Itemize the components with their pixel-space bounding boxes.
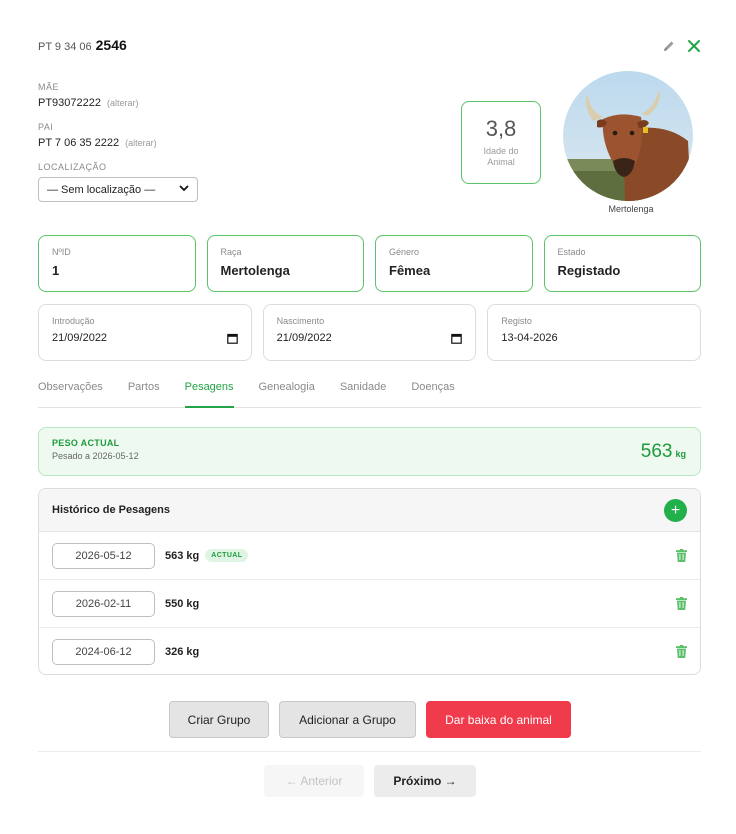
pagination-nav: ← Anterior Próximo → bbox=[264, 765, 476, 797]
state-value: Registado bbox=[557, 263, 621, 278]
current-weight-panel: PESO ACTUAL Pesado a 2026-05-12 563 kg bbox=[38, 427, 701, 476]
create-group-button[interactable]: Criar Grupo bbox=[169, 701, 269, 738]
breed-field[interactable]: Raça Mertolenga bbox=[206, 235, 364, 292]
gender-value: Fêmea bbox=[389, 263, 431, 278]
age-label-line2: Animal bbox=[487, 157, 515, 167]
parents-section: MÃE PT93072222 (alterar) PAI PT 7 06 35 … bbox=[38, 82, 278, 202]
birth-label: Nascimento bbox=[276, 316, 325, 326]
mother-value: PT93072222 bbox=[38, 97, 101, 109]
age-card: 3,8 Idade do Animal bbox=[461, 101, 541, 184]
location-value: — Sem localização — bbox=[47, 183, 156, 196]
mother-label: MÃE bbox=[38, 82, 60, 92]
trash-icon[interactable] bbox=[676, 597, 687, 610]
age-label-line1: Idade do bbox=[483, 146, 519, 156]
id-value: 1 bbox=[52, 263, 60, 278]
birth-date-field[interactable]: Nascimento 21/09/2022 bbox=[262, 304, 477, 361]
tag-prefix: PT 9 34 06 bbox=[38, 41, 92, 53]
register-label: Registo bbox=[501, 316, 532, 326]
location-select[interactable]: — Sem localização — bbox=[38, 177, 198, 202]
tab-observacoes[interactable]: Observações bbox=[38, 378, 103, 408]
weight-history-panel: Histórico de Pesagens + 2026-05-12 563 k… bbox=[38, 488, 701, 675]
gender-field[interactable]: Género Fêmea bbox=[375, 235, 533, 292]
weight-history-header: Histórico de Pesagens + bbox=[39, 489, 700, 532]
trash-icon[interactable] bbox=[676, 549, 687, 562]
current-weight-value: 563 bbox=[640, 441, 673, 462]
tab-partos[interactable]: Partos bbox=[128, 378, 160, 408]
intro-value: 21/09/2022 bbox=[52, 332, 108, 344]
breed-label: Raça bbox=[220, 247, 242, 257]
location-label: LOCALIZAÇÃO bbox=[38, 162, 107, 172]
detail-tabs: Observações Partos Pesagens Genealogia S… bbox=[38, 378, 701, 408]
weighing-date-input[interactable]: 2026-02-11 bbox=[52, 590, 155, 617]
action-buttons: Criar Grupo Adicionar a Grupo Dar baixa … bbox=[169, 701, 571, 738]
intro-label: Introdução bbox=[52, 316, 95, 326]
next-button[interactable]: Próximo → bbox=[374, 765, 476, 797]
father-alter-link[interactable]: (alterar) bbox=[125, 138, 157, 148]
age-value: 3,8 bbox=[485, 116, 517, 141]
chevron-down-icon bbox=[179, 184, 189, 195]
identity-fields: NºID 1 Raça Mertolenga Género Fêmea Esta… bbox=[38, 235, 701, 292]
animal-photo[interactable] bbox=[563, 71, 693, 201]
add-to-group-button[interactable]: Adicionar a Grupo bbox=[279, 701, 416, 738]
weighing-date-input[interactable]: 2026-05-12 bbox=[52, 542, 155, 569]
father-value: PT 7 06 35 2222 bbox=[38, 137, 120, 149]
id-label: NºID bbox=[52, 247, 71, 257]
weighing-weight: 326 kg bbox=[165, 646, 200, 658]
state-field[interactable]: Estado Registado bbox=[543, 235, 701, 292]
table-row: 2026-05-12 563 kg ACTUAL bbox=[39, 532, 700, 580]
photo-caption: Mertolenga bbox=[608, 204, 654, 214]
weighing-weight: 550 kg bbox=[165, 597, 200, 610]
tab-genealogia[interactable]: Genealogia bbox=[259, 378, 315, 408]
add-weighing-button[interactable]: + bbox=[664, 498, 687, 522]
previous-button[interactable]: ← Anterior bbox=[264, 765, 364, 797]
animal-header: PT 9 34 06 2546 bbox=[38, 37, 127, 53]
calendar-icon[interactable] bbox=[451, 333, 463, 344]
weighing-date-input[interactable]: 2024-06-12 bbox=[52, 639, 155, 665]
current-badge: ACTUAL bbox=[205, 549, 249, 562]
breed-value: Mertolenga bbox=[220, 263, 290, 278]
gender-label: Género bbox=[389, 247, 420, 257]
state-label: Estado bbox=[557, 247, 586, 257]
father-label: PAI bbox=[38, 122, 54, 132]
table-row: 2026-02-11 550 kg bbox=[39, 580, 700, 628]
current-weight-subtitle: Pesado a 2026-05-12 bbox=[52, 451, 139, 461]
current-weight-unit: kg bbox=[675, 449, 686, 459]
weighing-weight: 563 kg bbox=[165, 549, 200, 562]
weight-history-title: Histórico de Pesagens bbox=[52, 504, 170, 516]
tab-pesagens[interactable]: Pesagens bbox=[184, 378, 234, 408]
tag-number: 2546 bbox=[95, 37, 127, 53]
header-actions bbox=[662, 38, 702, 54]
register-value: 13-04-2026 bbox=[501, 332, 558, 344]
current-weight-title: PESO ACTUAL bbox=[52, 438, 120, 448]
remove-animal-button[interactable]: Dar baixa do animal bbox=[426, 701, 571, 738]
current-weight-value-wrap: 563 kg bbox=[641, 441, 686, 463]
tab-doencas[interactable]: Doenças bbox=[411, 378, 454, 408]
pencil-icon[interactable] bbox=[662, 39, 676, 53]
tab-sanidade[interactable]: Sanidade bbox=[340, 378, 387, 408]
trash-icon[interactable] bbox=[676, 645, 687, 658]
father-row: PT 7 06 35 2222 (alterar) bbox=[38, 137, 278, 149]
id-field[interactable]: NºID 1 bbox=[38, 235, 196, 292]
mother-alter-link[interactable]: (alterar) bbox=[107, 98, 139, 108]
date-fields: Introdução 21/09/2022 Nascimento 21/09/2… bbox=[38, 304, 702, 361]
register-date-field: Registo 13-04-2026 bbox=[487, 304, 702, 361]
intro-date-field[interactable]: Introdução 21/09/2022 bbox=[38, 304, 252, 361]
close-icon[interactable] bbox=[686, 38, 702, 54]
table-row: 2024-06-12 326 kg bbox=[39, 628, 700, 674]
divider bbox=[38, 751, 701, 752]
birth-value: 21/09/2022 bbox=[276, 332, 332, 344]
mother-row: PT93072222 (alterar) bbox=[38, 97, 278, 109]
calendar-icon[interactable] bbox=[226, 333, 238, 344]
